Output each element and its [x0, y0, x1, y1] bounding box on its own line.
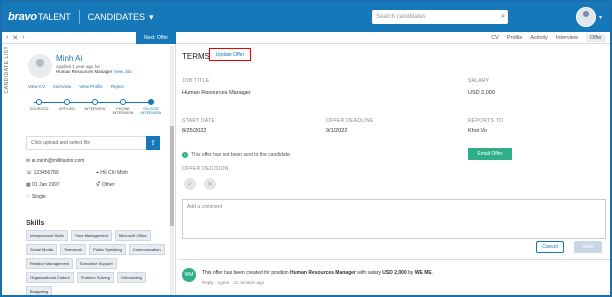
tab-cv[interactable]: CV	[491, 35, 499, 41]
gender-text: ⚥ Other	[96, 182, 115, 188]
view-cv-button[interactable]: View CV	[28, 84, 45, 89]
applied-job: Human Resources Manager View Job	[56, 69, 132, 74]
chevron-down-icon: ▾	[148, 11, 154, 22]
info-icon: i	[182, 152, 188, 158]
interview-button[interactable]: Interview	[53, 84, 71, 89]
top-nav-bar: bravoTALENT CANDIDATES ▾ Search candidate…	[2, 2, 610, 32]
salary-value: USD 2,000	[468, 90, 495, 96]
status-text: ♡ Single	[26, 194, 46, 200]
stage-phone-interview[interactable]: PHONE INTERVIEW	[110, 98, 136, 115]
skills-list: Interpersonal Skills Time Management Mic…	[26, 230, 166, 295]
job-title-value: Human Resources Manager	[182, 90, 251, 96]
job-title-label: JOB TITLE	[182, 78, 210, 84]
email-offer-button[interactable]: Email Offer	[468, 148, 512, 160]
search-icon: ⌕	[501, 13, 505, 20]
tab-offer[interactable]: Offer	[585, 34, 606, 42]
candidate-actions: View CV Interview View Profile Reject	[28, 84, 124, 89]
stage-interview[interactable]: INTERVIEW	[82, 98, 108, 111]
decline-icon[interactable]: ✕	[204, 178, 216, 190]
tab-bar: CV Profile Activity Interview Offer	[491, 32, 606, 44]
reports-to-label: REPORTS TO	[468, 118, 504, 124]
offer-panel: TERMS Update Offer JOB TITLE Human Resou…	[178, 44, 610, 295]
reports-to-value: Khoi Vo	[468, 128, 487, 134]
skill-tag[interactable]: Onboarding	[116, 272, 146, 283]
skill-tag[interactable]: Teamwork	[59, 244, 87, 255]
offer-deadline-value: 9/1/2022	[326, 128, 348, 134]
activity-meta[interactable]: Reply · Agree · 21 minutes ago	[202, 280, 264, 285]
save-button[interactable]: Save	[574, 241, 602, 253]
offer-notice: i This offer has not been sent to the can…	[182, 152, 291, 158]
divider	[178, 259, 610, 260]
dob-text: ▦ 01 Jan 1997	[26, 182, 60, 188]
view-job-link[interactable]: View Job	[114, 69, 132, 74]
stage-onsite-interview[interactable]: ON-SITE INTERVIEW	[138, 98, 164, 115]
skills-title: Skills	[26, 220, 45, 227]
update-offer-button[interactable]: Update Offer	[209, 48, 251, 61]
stage-applied[interactable]: APPLIED	[54, 98, 80, 111]
skill-tag[interactable]: Microsoft Office	[115, 230, 151, 241]
chevron-right-icon[interactable]: ›	[22, 34, 24, 41]
view-profile-button[interactable]: View Profile	[79, 84, 103, 89]
terms-title: TERMS	[182, 52, 210, 61]
tab-profile[interactable]: Profile	[507, 35, 523, 41]
upload-field[interactable]: Click upload and select file	[26, 136, 160, 150]
scrollbar-thumb[interactable]	[170, 126, 174, 226]
reject-button[interactable]: Reject	[111, 84, 124, 89]
sub-toolbar: › ✕ › Next: Offer CV Profile Activity In…	[2, 32, 610, 44]
email-text: ✉ ai.minh@millitaxtor.com	[26, 158, 85, 164]
offer-deadline-label: OFFER DEADLINE	[326, 118, 374, 124]
offer-decision-label: OFFER DECISION	[182, 166, 229, 172]
activity-text: This offer has been created for position…	[202, 270, 434, 276]
app-window: bravoTALENT CANDIDATES ▾ Search candidate…	[0, 0, 612, 297]
search-input[interactable]: Search candidates ⌕	[372, 10, 508, 24]
tab-interview[interactable]: Interview	[556, 35, 578, 41]
app-logo[interactable]: bravoTALENT	[8, 11, 71, 23]
skill-tag[interactable]: Executive Support	[76, 258, 117, 269]
start-date-value: 8/25/2022	[182, 128, 207, 134]
skill-tag[interactable]: Interpersonal Skills	[26, 230, 68, 241]
salary-label: SALARY	[468, 78, 490, 84]
skill-tag[interactable]: Problem Solving	[76, 272, 114, 283]
upload-icon[interactable]: ⇧	[146, 136, 160, 150]
stage-sourced[interactable]: SOURCED	[26, 98, 52, 111]
candidate-panel: Minh Ai Applied 1 year ago for Human Res…	[16, 44, 176, 295]
skill-tag[interactable]: Organizational Culture	[26, 272, 74, 283]
accept-icon[interactable]: ✓	[184, 178, 196, 190]
skill-tag[interactable]: Communication	[128, 244, 165, 255]
user-avatar[interactable]	[576, 7, 596, 27]
close-icon[interactable]: ✕	[12, 34, 18, 42]
divider	[78, 10, 80, 24]
candidate-avatar	[28, 54, 52, 78]
skill-tag[interactable]: Budgeting	[26, 286, 53, 295]
section-menu[interactable]: CANDIDATES ▾	[88, 12, 154, 23]
next-offer-button[interactable]: Next: Offer	[136, 32, 176, 44]
skill-tag[interactable]: Social Media	[26, 244, 57, 255]
skill-tag[interactable]: Relation Management	[26, 258, 74, 269]
avatar: WM	[182, 268, 196, 282]
pipeline-stages: SOURCED APPLIED INTERVIEW PHONE INTERVIE…	[26, 98, 166, 120]
phone-text: ☏ 123456789	[26, 170, 59, 176]
chevron-down-icon[interactable]: ▾	[599, 14, 602, 21]
skill-tag[interactable]: Public Speaking	[89, 244, 126, 255]
chevron-left-icon[interactable]: ›	[6, 34, 8, 41]
cancel-button[interactable]: Cancel	[536, 241, 564, 253]
start-date-label: START DATE	[182, 118, 216, 124]
candidate-name: Minh Ai	[56, 54, 83, 63]
city-text: ⌖ Hồ Chí Minh	[96, 170, 129, 176]
scrollbar[interactable]	[170, 46, 174, 295]
comment-input[interactable]: Add a comment	[182, 199, 606, 239]
tab-activity[interactable]: Activity	[530, 35, 547, 41]
skill-tag[interactable]: Time Management	[70, 230, 112, 241]
candidate-list-label[interactable]: CANDIDATE LIST	[4, 46, 10, 93]
